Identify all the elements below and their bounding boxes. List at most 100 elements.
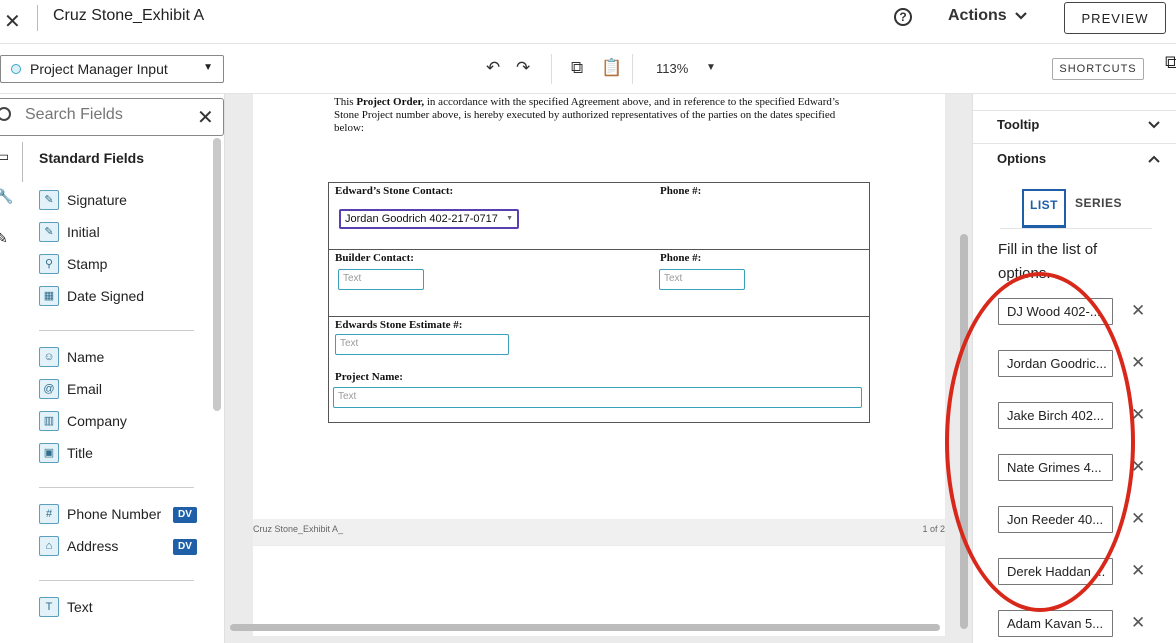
- building-icon: ▥: [39, 411, 59, 431]
- remove-option-icon[interactable]: ✕: [1131, 613, 1145, 633]
- intro-prefix: This: [334, 96, 357, 108]
- field-label: Email: [67, 381, 103, 397]
- option-input[interactable]: Jon Reeder 40...: [998, 506, 1113, 533]
- chevron-up-icon[interactable]: [1148, 152, 1160, 166]
- copy-icon[interactable]: ⧉: [1165, 52, 1176, 73]
- recipient-select[interactable]: Project Manager Input ▼: [0, 55, 224, 83]
- option-input[interactable]: Nate Grimes 4...: [998, 454, 1113, 481]
- field-stamp[interactable]: ⚲ Stamp: [39, 254, 107, 274]
- table-divider: [329, 316, 869, 317]
- pen-icon: ✎: [39, 190, 59, 210]
- field-address[interactable]: ⌂ Address: [39, 536, 118, 556]
- builder-contact-label: Builder Contact:: [335, 252, 414, 264]
- top-bar: ✕ Cruz Stone_Exhibit A ? Actions PREVIEW: [0, 0, 1176, 44]
- contact-table: Edward’s Stone Contact: Phone #: Jordan …: [328, 182, 870, 423]
- option-input[interactable]: DJ Wood 402-...: [998, 298, 1113, 325]
- page-counter: 1 of 2: [922, 524, 945, 534]
- intro-bold: Project Order,: [356, 96, 425, 108]
- remove-option-icon[interactable]: ✕: [1131, 561, 1145, 581]
- shortcuts-button[interactable]: SHORTCUTS: [1052, 58, 1144, 80]
- paste-icon[interactable]: 📋: [601, 58, 622, 78]
- help-icon[interactable]: ?: [894, 8, 912, 26]
- document-canvas[interactable]: This Project Order, in accordance with t…: [225, 94, 972, 643]
- copy-icon[interactable]: ⧉: [571, 58, 583, 78]
- redo-icon[interactable]: ↷: [516, 58, 530, 78]
- option-input[interactable]: Derek Haddan ...: [998, 558, 1113, 585]
- project-name-text-field[interactable]: Text: [333, 387, 862, 408]
- option-input[interactable]: Adam Kavan 5...: [998, 610, 1113, 637]
- canvas-vertical-scrollbar[interactable]: [960, 234, 968, 629]
- caret-down-icon: ▼: [203, 62, 213, 73]
- field-text[interactable]: T Text: [39, 597, 93, 617]
- remove-option-icon[interactable]: ✕: [1131, 301, 1145, 321]
- home-icon: ⌂: [39, 536, 59, 556]
- field-label: Company: [67, 413, 127, 429]
- stamp-icon: ⚲: [39, 254, 59, 274]
- chevron-down-icon: [1014, 12, 1027, 20]
- tooltip-section-toggle[interactable]: Tooltip: [997, 117, 1039, 132]
- toolbar-divider: [551, 54, 552, 84]
- field-date-signed[interactable]: ▦ Date Signed: [39, 286, 144, 306]
- toolbar: Project Manager Input ▼ ↶ ↷ ⧉ 📋 113% ▼ S…: [0, 45, 1176, 94]
- builder-contact-text-field[interactable]: Text: [338, 269, 424, 290]
- phone-label: Phone #:: [660, 185, 702, 197]
- actions-menu-button[interactable]: Actions: [948, 7, 1027, 25]
- edwards-contact-dropdown[interactable]: Jordan Goodrich 402-217-0717 ▼: [339, 209, 519, 229]
- field-title[interactable]: ▣ Title: [39, 443, 93, 463]
- search-input[interactable]: [25, 106, 185, 124]
- field-company[interactable]: ▥ Company: [39, 411, 127, 431]
- undo-icon[interactable]: ↶: [486, 58, 500, 78]
- search-field-box[interactable]: ✕: [0, 98, 224, 136]
- builder-phone-text-field[interactable]: Text: [659, 269, 745, 290]
- recipient-color-dot: [11, 64, 21, 74]
- dv-badge: DV: [173, 539, 197, 555]
- options-section-toggle[interactable]: Options: [997, 151, 1046, 166]
- rail-divider: [22, 142, 23, 182]
- at-icon: @: [39, 379, 59, 399]
- field-signature[interactable]: ✎ Signature: [39, 190, 127, 210]
- field-initial[interactable]: ✎ Initial: [39, 222, 100, 242]
- field-name[interactable]: ☺ Name: [39, 347, 104, 367]
- canvas-horizontal-scrollbar[interactable]: [230, 624, 940, 631]
- close-icon[interactable]: ✕: [197, 105, 214, 130]
- caret-down-icon[interactable]: ▼: [706, 62, 716, 73]
- wrench-icon[interactable]: 🔧: [0, 188, 13, 205]
- field-phone-number[interactable]: # Phone Number: [39, 504, 161, 524]
- pencil-icon[interactable]: ✎: [0, 230, 8, 247]
- intro-line-3: below:: [334, 122, 364, 134]
- close-icon[interactable]: ✕: [4, 9, 21, 34]
- remove-option-icon[interactable]: ✕: [1131, 509, 1145, 529]
- left-panel-scrollbar[interactable]: [213, 138, 221, 411]
- remove-option-icon[interactable]: ✕: [1131, 353, 1145, 373]
- phone-label: Phone #:: [660, 252, 702, 264]
- options-instructions: Fill in the list of options.: [998, 241, 1098, 282]
- toolbar-divider: [632, 54, 633, 84]
- field-label: Initial: [67, 224, 100, 240]
- project-name-label: Project Name:: [335, 371, 403, 383]
- option-input[interactable]: Jordan Goodric...: [998, 350, 1113, 377]
- field-email[interactable]: @ Email: [39, 379, 102, 399]
- field-label: Stamp: [67, 256, 108, 272]
- field-label: Title: [67, 445, 93, 461]
- tab-list[interactable]: LIST: [1022, 189, 1066, 228]
- option-input[interactable]: Jake Birch 402...: [998, 402, 1113, 429]
- recipient-label: Project Manager Input: [30, 61, 168, 77]
- section-heading: Standard Fields: [39, 150, 145, 166]
- edwards-contact-label: Edward’s Stone Contact:: [335, 185, 454, 197]
- chevron-down-icon[interactable]: [1148, 118, 1160, 132]
- tab-series[interactable]: SERIES: [1075, 196, 1122, 210]
- zoom-level[interactable]: 113%: [656, 61, 688, 76]
- table-divider: [329, 249, 869, 250]
- calendar-icon: ▦: [39, 286, 59, 306]
- field-tab-icon[interactable]: ▭: [0, 148, 9, 165]
- preview-button[interactable]: PREVIEW: [1064, 2, 1166, 34]
- caret-down-icon: ▼: [506, 215, 513, 222]
- remove-option-icon[interactable]: ✕: [1131, 457, 1145, 477]
- group-divider: [39, 487, 194, 488]
- person-icon: ☺: [39, 347, 59, 367]
- remove-option-icon[interactable]: ✕: [1131, 405, 1145, 425]
- tabs-underline: [1000, 228, 1152, 229]
- dropdown-value: Jordan Goodrich 402-217-0717: [345, 213, 498, 225]
- estimate-text-field[interactable]: Text: [335, 334, 509, 355]
- divider: [37, 5, 38, 31]
